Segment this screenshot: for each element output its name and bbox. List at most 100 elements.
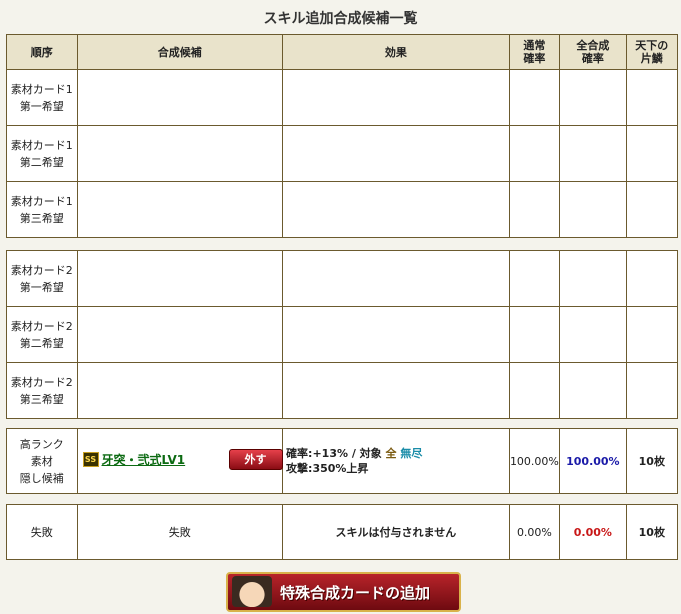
card1-row-3[interactable]: 素材カード1 第三希望 bbox=[6, 181, 679, 238]
header-tenka-l1: 天下の bbox=[635, 39, 669, 52]
hidden-effect-cell: 確率:+13% / 対象 全 無尽 攻撃:350%上昇 bbox=[282, 428, 510, 494]
add-special-card-label: 特殊合成カードの追加 bbox=[280, 584, 431, 602]
row-label-l2: 第一希望 bbox=[19, 280, 64, 294]
header-effect: 効果 bbox=[282, 34, 510, 70]
row-label-l1: 素材カード2 bbox=[10, 375, 73, 389]
card2-row-2[interactable]: 素材カード2 第二希望 bbox=[6, 306, 679, 363]
normal-rate-cell bbox=[508, 250, 561, 307]
header-tenka-l2: 片鱗 bbox=[640, 52, 663, 65]
header-full-rate: 全合成 確率 bbox=[559, 34, 627, 70]
card2-row-3[interactable]: 素材カード2 第三希望 bbox=[6, 362, 679, 419]
card2-table: 素材カード2 第一希望 素材カード2 第二希望 素材カード2 第三希望 bbox=[6, 250, 679, 419]
normal-rate-cell bbox=[508, 181, 561, 238]
row-label: 素材カード2 第二希望 bbox=[6, 306, 78, 363]
full-rate-cell bbox=[559, 69, 627, 126]
failure-count: 10枚 bbox=[625, 504, 679, 560]
header-full-rate-l1: 全合成 bbox=[576, 39, 610, 52]
row-label-l2: 第三希望 bbox=[19, 211, 64, 225]
skill-name-link[interactable]: 牙突・弐式LV1 bbox=[102, 451, 186, 468]
candidate-cell[interactable] bbox=[76, 250, 284, 307]
tenka-cell bbox=[625, 362, 679, 419]
card1-row-1[interactable]: 素材カード1 第一希望 bbox=[6, 69, 679, 126]
header-row: 順序 合成候補 効果 通常 確率 全合成 確率 天下の 片鱗 bbox=[6, 34, 679, 70]
hidden-label-l2: 素材 bbox=[30, 454, 53, 468]
full-rate-cell bbox=[559, 306, 627, 363]
tenka-cell bbox=[625, 250, 679, 307]
row-label-l1: 素材カード1 bbox=[10, 82, 73, 96]
hidden-normal-rate: 100.00% bbox=[508, 428, 561, 494]
page-title: スキル追加合成候補一覧 bbox=[263, 11, 418, 27]
effect-attack: 攻撃:350%上昇 bbox=[286, 462, 369, 475]
add-special-card-button[interactable]: 特殊合成カードの追加 bbox=[226, 572, 461, 612]
row-label: 素材カード1 第一希望 bbox=[6, 69, 78, 126]
failure-effect: スキルは付与されません bbox=[282, 504, 510, 560]
hidden-count: 10枚 bbox=[625, 428, 679, 494]
row-label: 素材カード2 第三希望 bbox=[6, 362, 78, 419]
effect-target-label: / 対象 bbox=[348, 447, 386, 460]
failure-label: 失敗 bbox=[6, 504, 78, 560]
candidate-cell[interactable] bbox=[76, 362, 284, 419]
normal-rate-cell bbox=[508, 69, 561, 126]
card2-row-1[interactable]: 素材カード2 第一希望 bbox=[6, 250, 679, 307]
effect-cell bbox=[282, 362, 510, 419]
header-normal-rate-l1: 通常 bbox=[523, 39, 546, 52]
row-label-l1: 素材カード1 bbox=[10, 194, 73, 208]
failure-normal-rate: 0.00% bbox=[508, 504, 561, 560]
row-label-l1: 素材カード2 bbox=[10, 263, 73, 277]
header-candidate: 合成候補 bbox=[76, 34, 284, 70]
hidden-label-l1: 高ランク bbox=[19, 437, 64, 451]
header-normal-rate: 通常 確率 bbox=[508, 34, 561, 70]
failure-full-rate: 0.00% bbox=[559, 504, 627, 560]
effect-cell bbox=[282, 69, 510, 126]
row-label-l1: 素材カード2 bbox=[10, 319, 73, 333]
header-full-rate-l2: 確率 bbox=[581, 52, 604, 65]
effect-cell bbox=[282, 181, 510, 238]
tenka-cell bbox=[625, 69, 679, 126]
full-rate-cell bbox=[559, 125, 627, 182]
candidate-cell[interactable] bbox=[76, 125, 284, 182]
effect-target-inf: 無尽 bbox=[400, 447, 423, 460]
row-label: 素材カード1 第二希望 bbox=[6, 125, 78, 182]
row-label-l2: 第二希望 bbox=[19, 155, 64, 169]
failure-row: 失敗 失敗 スキルは付与されません 0.00% 0.00% 10枚 bbox=[6, 504, 679, 560]
row-label-l1: 素材カード1 bbox=[10, 138, 73, 152]
candidate-cell[interactable] bbox=[76, 69, 284, 126]
effect-target-all: 全 bbox=[385, 447, 397, 460]
header-tenka: 天下の 片鱗 bbox=[625, 34, 679, 70]
effect-rate: 確率:+13% bbox=[286, 447, 348, 460]
hidden-row-label: 高ランク 素材 隠し候補 bbox=[6, 428, 78, 494]
tenka-cell bbox=[625, 306, 679, 363]
tenka-cell bbox=[625, 181, 679, 238]
effect-cell bbox=[282, 125, 510, 182]
full-rate-cell bbox=[559, 250, 627, 307]
header-normal-rate-l2: 確率 bbox=[523, 52, 546, 65]
hidden-candidate-cell: SS 牙突・弐式LV1 外す bbox=[76, 428, 284, 494]
effect-cell bbox=[282, 250, 510, 307]
normal-rate-cell bbox=[508, 306, 561, 363]
character-portrait-icon bbox=[232, 576, 272, 607]
ss-rank-badge: SS bbox=[82, 452, 99, 467]
normal-rate-cell bbox=[508, 125, 561, 182]
candidate-cell[interactable] bbox=[76, 181, 284, 238]
normal-rate-cell bbox=[508, 362, 561, 419]
hidden-full-rate: 100.00% bbox=[559, 428, 627, 494]
hidden-candidate-row: 高ランク 素材 隠し候補 SS 牙突・弐式LV1 外す 確率:+13% / 対象… bbox=[6, 428, 679, 494]
row-label: 素材カード2 第一希望 bbox=[6, 250, 78, 307]
effect-cell bbox=[282, 306, 510, 363]
full-rate-cell bbox=[559, 181, 627, 238]
hidden-candidate-table: 高ランク 素材 隠し候補 SS 牙突・弐式LV1 外す 確率:+13% / 対象… bbox=[6, 428, 679, 494]
remove-button[interactable]: 外す bbox=[228, 449, 283, 470]
hidden-label-l3: 隠し候補 bbox=[19, 471, 64, 485]
tenka-cell bbox=[625, 125, 679, 182]
row-label: 素材カード1 第三希望 bbox=[6, 181, 78, 238]
failure-candidate: 失敗 bbox=[76, 504, 284, 560]
header-order: 順序 bbox=[6, 34, 78, 70]
card1-row-2[interactable]: 素材カード1 第二希望 bbox=[6, 125, 679, 182]
full-rate-cell bbox=[559, 362, 627, 419]
card1-table: 順序 合成候補 効果 通常 確率 全合成 確率 天下の 片鱗 素材カード1 第一希望 素… bbox=[6, 34, 679, 238]
row-label-l2: 第三希望 bbox=[19, 392, 64, 406]
row-label-l2: 第一希望 bbox=[19, 99, 64, 113]
row-label-l2: 第二希望 bbox=[19, 336, 64, 350]
failure-table: 失敗 失敗 スキルは付与されません 0.00% 0.00% 10枚 bbox=[6, 504, 679, 560]
candidate-cell[interactable] bbox=[76, 306, 284, 363]
